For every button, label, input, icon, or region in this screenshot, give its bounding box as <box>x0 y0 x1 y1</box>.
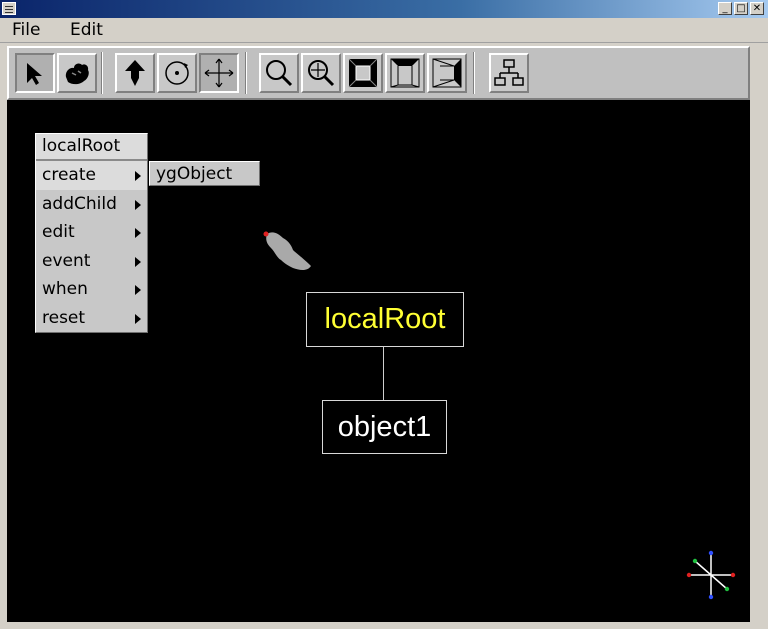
scene-graph-edge <box>383 346 384 400</box>
rotate-icon[interactable] <box>157 53 197 93</box>
translate-cross-icon[interactable] <box>199 53 239 93</box>
close-button[interactable]: ✕ <box>750 2 764 15</box>
axis-gizmo-icon <box>686 550 736 600</box>
view-top-icon[interactable] <box>385 53 425 93</box>
submenu-arrow-icon <box>135 313 141 324</box>
system-menu-icon[interactable] <box>2 2 16 15</box>
scene-node-label: object1 <box>337 410 432 443</box>
navigate-hand-cursor-icon <box>263 231 311 270</box>
submenu-item-ygobject[interactable]: ygObject <box>156 162 232 186</box>
navigate-hand-icon[interactable] <box>57 53 97 93</box>
submenu-arrow-icon <box>135 228 141 238</box>
context-menu: localRoot create addChild edit event whe… <box>35 133 148 333</box>
menu-bar: File Edit <box>0 18 768 43</box>
create-submenu: ygObject <box>149 161 260 186</box>
context-menu-item-edit[interactable]: edit <box>36 218 147 247</box>
menu-file[interactable]: File <box>12 20 40 40</box>
menu-edit[interactable]: Edit <box>70 20 103 40</box>
context-menu-item-label: addChild <box>42 193 117 214</box>
maximize-button[interactable]: □ <box>734 2 748 15</box>
scene-node-object1[interactable]: object1 <box>322 400 447 454</box>
window-titlebar[interactable]: _ □ ✕ <box>0 0 768 18</box>
submenu-arrow-icon <box>135 171 141 181</box>
context-menu-item-create[interactable]: create <box>36 161 147 190</box>
scene-canvas[interactable]: localRoot create addChild edit event whe… <box>7 100 750 622</box>
scene-node-label: localRoot <box>324 303 446 335</box>
minimize-button[interactable]: _ <box>718 2 732 15</box>
view-side-icon[interactable] <box>427 53 467 93</box>
scene-node-localroot[interactable]: localRoot <box>306 292 464 347</box>
submenu-arrow-icon <box>135 285 141 295</box>
zoom-icon[interactable] <box>259 53 299 93</box>
submenu-arrow-icon <box>135 256 141 267</box>
context-menu-item-addchild[interactable]: addChild <box>36 190 147 219</box>
zoom-center-icon[interactable] <box>301 53 341 93</box>
context-menu-item-label: event <box>42 250 91 271</box>
context-menu-item-label: when <box>42 279 88 299</box>
context-menu-title: localRoot <box>36 134 147 161</box>
toolbar <box>7 46 750 100</box>
hierarchy-icon[interactable] <box>489 53 529 93</box>
context-menu-item-when[interactable]: when <box>36 275 147 304</box>
context-menu-item-label: edit <box>42 222 75 242</box>
move-up-arrow-icon[interactable] <box>115 53 155 93</box>
context-menu-item-label: create <box>42 165 96 185</box>
submenu-arrow-icon <box>135 199 141 210</box>
context-menu-item-reset[interactable]: reset <box>36 304 147 333</box>
view-front-icon[interactable] <box>343 53 383 93</box>
context-menu-item-label: reset <box>42 307 86 328</box>
context-menu-item-event[interactable]: event <box>36 247 147 276</box>
select-arrow-icon[interactable] <box>15 53 55 93</box>
